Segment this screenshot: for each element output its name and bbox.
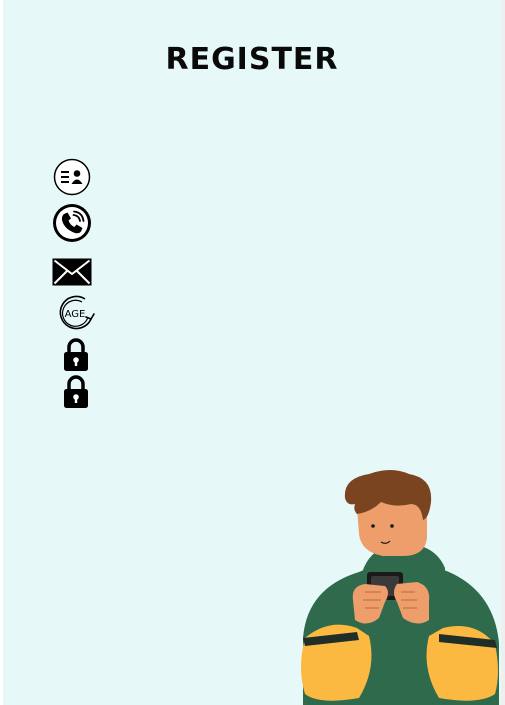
page-edge bbox=[501, 0, 505, 705]
person-with-phone-illustration bbox=[301, 470, 499, 705]
id-card-icon bbox=[53, 158, 91, 196]
register-panel: REGISTER AGE bbox=[3, 0, 501, 705]
lock-icon bbox=[64, 338, 88, 371]
mail-icon bbox=[52, 258, 92, 286]
lock-icon bbox=[64, 375, 88, 408]
age-icon: AGE bbox=[59, 295, 95, 330]
phone-icon bbox=[53, 204, 91, 242]
age-icon-text: AGE bbox=[65, 309, 86, 320]
page-title: REGISTER bbox=[165, 42, 339, 77]
